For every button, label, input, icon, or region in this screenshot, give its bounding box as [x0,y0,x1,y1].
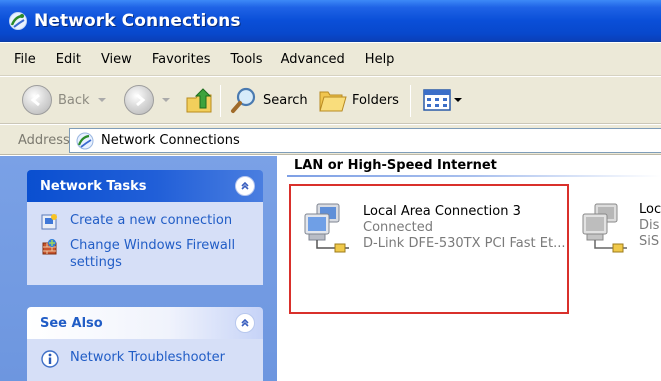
up-folder-icon [186,88,212,113]
network-connections-icon [9,12,27,30]
back-arrow-icon [22,85,52,115]
connections-view: LAN or High-Speed Internet Local Area Co… [277,156,661,381]
address-field[interactable]: Network Connections [69,128,661,153]
up-folder-button[interactable] [184,86,214,116]
see-also-panel: See Also Network Troubleshooter [27,307,263,381]
menu-tools[interactable]: Tools [231,52,263,67]
network-tasks-header[interactable]: Network Tasks [27,170,263,202]
toolbar-separator [220,85,221,117]
forward-dropdown-icon[interactable] [162,98,170,102]
address-label: Address [18,133,70,148]
views-dropdown-icon[interactable] [454,98,462,102]
window-title: Network Connections [34,11,241,31]
forward-button[interactable] [124,85,170,115]
task-change-firewall[interactable]: Change Windows Firewall settings [27,237,263,271]
menu-advanced[interactable]: Advanced [281,52,345,67]
network-tasks-title: Network Tasks [40,178,147,194]
menu-file[interactable]: File [14,52,36,67]
task-label: Create a new connection [70,213,233,228]
menu-bar: File Edit View Favorites Tools Advanced … [0,43,661,76]
title-bar[interactable]: Network Connections [0,0,661,42]
toolbar-separator [410,85,411,117]
connection-name: Local Area Connection 3 [363,204,521,219]
connection-device: SiS [639,234,660,249]
menu-favorites[interactable]: Favorites [152,52,211,67]
lan-connection-disabled-icon [582,203,627,253]
task-label: Change Windows Firewall settings [70,238,236,270]
see-also-header[interactable]: See Also [27,307,263,339]
network-connections-icon [76,132,94,149]
back-label: Back [58,92,90,108]
connection-item-selected[interactable]: Local Area Connection 3 Connected D-Link… [289,184,569,314]
folders-button[interactable]: Folders [318,86,399,114]
search-button[interactable]: Search [229,85,308,115]
views-icon [423,89,451,111]
back-button[interactable]: Back [22,85,106,115]
task-label: Network Troubleshooter [70,350,225,365]
see-also-title: See Also [40,315,103,331]
connection-device: D-Link DFE-530TX PCI Fast Et... [363,236,566,251]
lan-connection-icon [304,203,349,253]
connection-name: Loc [639,202,661,217]
connection-status: Dis [639,218,660,233]
firewall-icon [42,239,57,255]
menu-edit[interactable]: Edit [56,52,81,67]
collapse-chevron-icon[interactable] [235,176,255,196]
group-title: LAN or High-Speed Internet [294,158,497,173]
forward-arrow-icon [124,85,154,115]
connection-details: Loc Dis SiS [639,202,661,250]
back-dropdown-icon[interactable] [97,98,106,102]
network-tasks-panel: Network Tasks Create a new connection Ch… [27,170,263,285]
task-create-connection[interactable]: Create a new connection [27,212,263,231]
collapse-chevron-icon[interactable] [235,313,255,333]
connection-status: Connected [363,220,434,235]
search-label: Search [263,92,308,108]
network-tasks-body: Create a new connection Change Windows F… [27,202,263,285]
views-button[interactable] [423,89,462,111]
new-connection-icon [41,214,57,230]
menu-view[interactable]: View [101,52,132,67]
see-also-body: Network Troubleshooter [27,339,263,381]
toolbar: Back Search Folders [0,77,661,124]
task-pane: Network Tasks Create a new connection Ch… [0,156,277,381]
group-divider [287,175,661,177]
folders-icon [319,91,347,112]
info-icon [41,350,59,368]
task-network-troubleshooter[interactable]: Network Troubleshooter [27,349,263,368]
folders-label: Folders [352,92,399,108]
connection-details: Local Area Connection 3 Connected D-Link… [363,204,565,252]
address-bar: Address Network Connections [0,125,661,155]
connection-item[interactable]: Loc Dis SiS [577,184,661,314]
menu-help[interactable]: Help [365,52,395,67]
address-value: Network Connections [101,133,240,148]
search-icon [231,87,256,113]
